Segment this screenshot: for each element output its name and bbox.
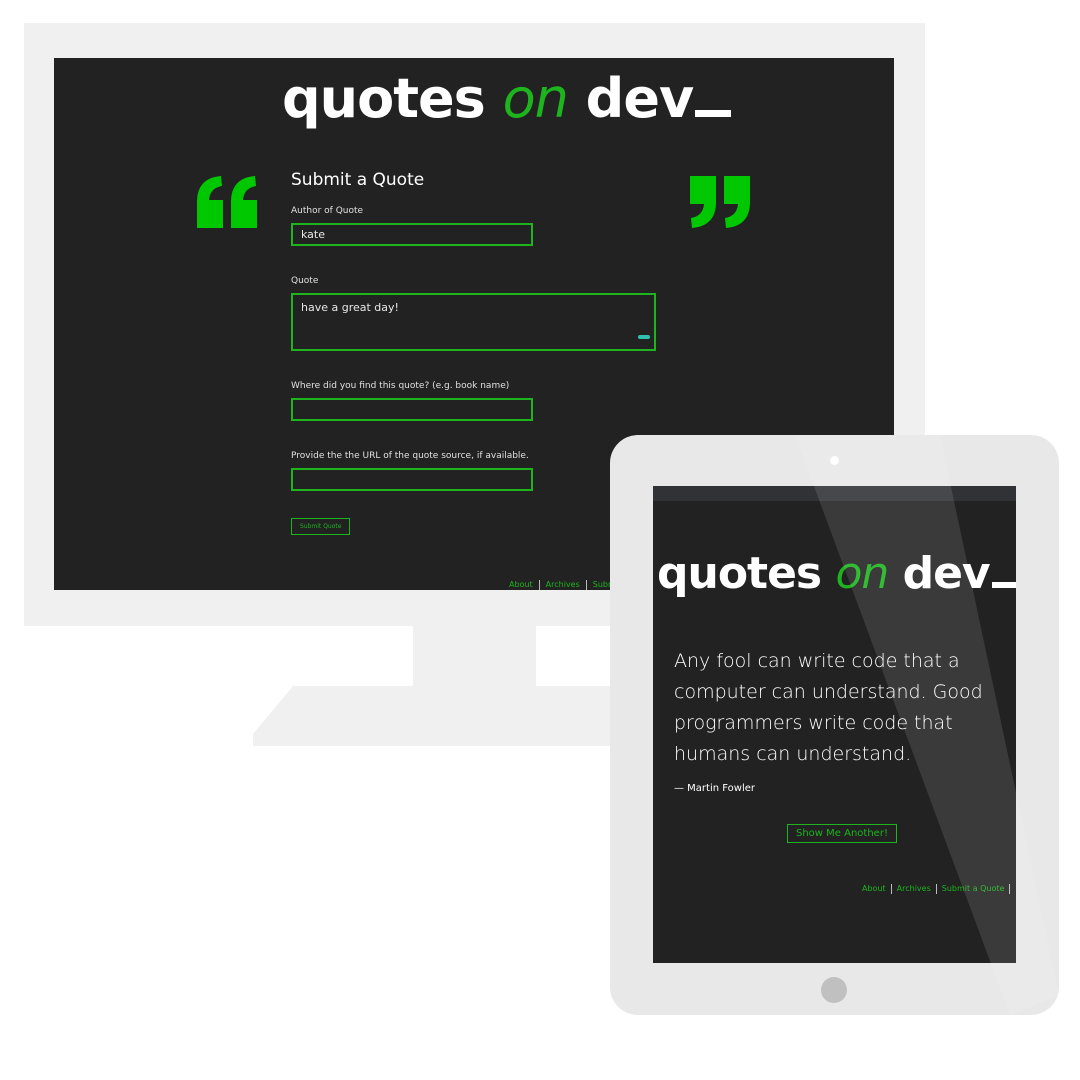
quote-textarea[interactable]: have a great day! bbox=[291, 293, 656, 351]
monitor-neck bbox=[413, 626, 536, 688]
open-quote-icon bbox=[195, 174, 261, 230]
footer-link-about[interactable]: About bbox=[509, 580, 540, 590]
logo-quotes: quotes bbox=[657, 548, 822, 599]
quote-label: Quote bbox=[291, 276, 319, 286]
logo-dev: dev bbox=[902, 548, 991, 599]
author-input[interactable]: kate bbox=[291, 223, 533, 246]
footer-link-submit[interactable]: Submit a Quote bbox=[937, 884, 1011, 894]
logo-quotes: quotes bbox=[282, 67, 486, 130]
logo-cursor bbox=[695, 110, 732, 117]
logo-dev: dev bbox=[585, 67, 694, 130]
footer-link-about[interactable]: About bbox=[862, 884, 892, 894]
resize-handle-icon[interactable] bbox=[638, 335, 650, 339]
tablet-screen: quotes on dev Any fool can write code th… bbox=[653, 486, 1016, 963]
logo-on: on bbox=[835, 548, 889, 599]
logo-cursor bbox=[991, 582, 1016, 588]
quote-author: — Martin Fowler bbox=[674, 783, 755, 794]
tablet-home-button[interactable] bbox=[821, 977, 847, 1003]
tablet-footer-nav: About Archives Submit a Quote Br bbox=[862, 884, 1016, 894]
footer-link-browse[interactable]: Br bbox=[1010, 884, 1016, 894]
show-another-button[interactable]: Show Me Another! bbox=[787, 824, 897, 843]
tablet-top-bar bbox=[653, 486, 1016, 501]
quote-text: Any fool can write code that a computer … bbox=[674, 650, 983, 765]
tablet-device: quotes on dev Any fool can write code th… bbox=[610, 435, 1059, 1015]
submit-quote-button[interactable]: Submit Quote bbox=[291, 518, 351, 535]
tablet-site-logo[interactable]: quotes on dev bbox=[657, 546, 1016, 602]
quote-textarea-value: have a great day! bbox=[301, 301, 399, 314]
source-input[interactable] bbox=[291, 398, 533, 421]
close-quote-icon bbox=[688, 174, 754, 230]
footer-link-archives[interactable]: Archives bbox=[892, 884, 937, 894]
tablet-camera bbox=[830, 456, 839, 465]
form-title: Submit a Quote bbox=[291, 170, 425, 190]
desktop-footer-nav: About Archives Subm bbox=[509, 580, 623, 590]
source-label: Where did you find this quote? (e.g. boo… bbox=[291, 381, 510, 391]
site-logo[interactable]: quotes on dev bbox=[282, 64, 732, 134]
logo-on: on bbox=[502, 67, 569, 130]
author-label: Author of Quote bbox=[291, 206, 364, 216]
footer-link-archives[interactable]: Archives bbox=[540, 580, 587, 590]
url-input[interactable] bbox=[291, 468, 533, 491]
